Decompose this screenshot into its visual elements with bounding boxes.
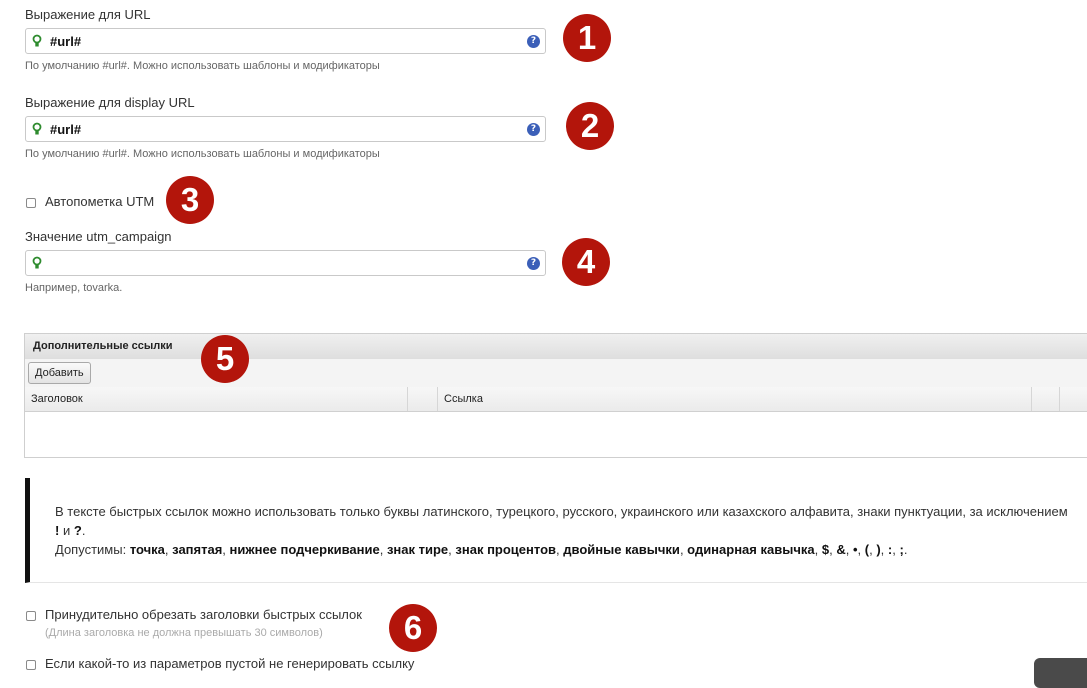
note-dot: .	[81, 523, 86, 538]
floating-panel-edge[interactable]	[1034, 658, 1087, 688]
extra-links-title: Дополнительные ссылки	[25, 334, 1087, 360]
add-link-button[interactable]: Добавить	[28, 362, 91, 384]
display-url-label: Выражение для display URL	[25, 95, 195, 110]
lightbulb-icon	[32, 34, 42, 47]
column-header-link[interactable]: Ссылка	[438, 387, 1032, 411]
column-header-title[interactable]: Заголовок	[25, 387, 408, 411]
allowed-item: двойные кавычки	[563, 542, 680, 557]
allowed-item: •	[852, 542, 858, 557]
skip-empty-label[interactable]: Если какой-то из параметров пустой не ге…	[45, 656, 414, 671]
step-badge-3: 3	[166, 176, 214, 224]
help-icon[interactable]: ?	[527, 257, 540, 270]
display-url-value: #url#	[50, 122, 82, 137]
note-excl-1: !	[55, 523, 60, 538]
truncate-titles-checkbox[interactable]	[26, 611, 36, 621]
allowed-item: $	[821, 542, 830, 557]
allowed-item: :	[887, 542, 893, 557]
url-expression-label: Выражение для URL	[25, 7, 151, 22]
column-header-actions	[1032, 387, 1060, 411]
allowed-item: точка	[129, 542, 165, 557]
allowed-item: одинарная кавычка	[687, 542, 815, 557]
note-excl-2: ?	[73, 523, 82, 538]
url-expression-hint: По умолчанию #url#. Можно использовать ш…	[25, 60, 380, 72]
step-badge-6: 6	[389, 604, 437, 652]
step-badge-2: 2	[566, 102, 614, 150]
note-allowed-line: Допустимы: точка, запятая, нижнее подчер…	[55, 542, 908, 557]
note-allowed-prefix: Допустимы:	[55, 542, 127, 557]
allowed-item: ;	[899, 542, 904, 557]
url-expression-input[interactable]: #url# ?	[25, 28, 546, 54]
allowed-item: )	[876, 542, 881, 557]
skip-empty-checkbox[interactable]	[26, 660, 36, 670]
truncate-titles-hint: (Длина заголовка не должна превышать 30 …	[45, 627, 323, 639]
lightbulb-icon	[32, 256, 42, 269]
allowed-item: (	[864, 542, 870, 557]
utm-campaign-label: Значение utm_campaign	[25, 229, 172, 244]
display-url-input[interactable]: #url# ?	[25, 116, 546, 142]
allowed-item: запятая	[172, 542, 223, 557]
column-header-spacer	[408, 387, 438, 411]
step-badge-4: 4	[562, 238, 610, 286]
allowed-item: знак процентов	[455, 542, 557, 557]
allowed-item: &	[836, 542, 846, 557]
quick-links-note: В тексте быстрых ссылок можно использова…	[25, 478, 1087, 583]
truncate-titles-label[interactable]: Принудительно обрезать заголовки быстрых…	[45, 607, 362, 622]
utm-campaign-hint: Например, tovarka.	[25, 282, 123, 294]
extra-links-toolbar: Добавить	[25, 359, 1087, 388]
step-badge-1: 1	[563, 14, 611, 62]
help-icon[interactable]: ?	[527, 123, 540, 136]
help-icon[interactable]: ?	[527, 35, 540, 48]
note-and: и	[62, 523, 71, 538]
extra-links-grid: Дополнительные ссылки Добавить Заголовок…	[24, 333, 1087, 458]
utm-campaign-input[interactable]: ?	[25, 250, 546, 276]
lightbulb-icon	[32, 122, 42, 135]
note-text: В тексте быстрых ссылок можно использова…	[55, 504, 1068, 519]
extra-links-header-row: Заголовок Ссылка	[25, 387, 1087, 412]
display-url-hint: По умолчанию #url#. Можно использовать ш…	[25, 148, 380, 160]
allowed-item: знак тире	[386, 542, 449, 557]
step-badge-5: 5	[201, 335, 249, 383]
utm-autotag-label[interactable]: Автопометка UTM	[45, 194, 154, 209]
allowed-item: нижнее подчеркивание	[229, 542, 380, 557]
url-expression-value: #url#	[50, 34, 82, 49]
utm-autotag-checkbox[interactable]	[26, 198, 36, 208]
